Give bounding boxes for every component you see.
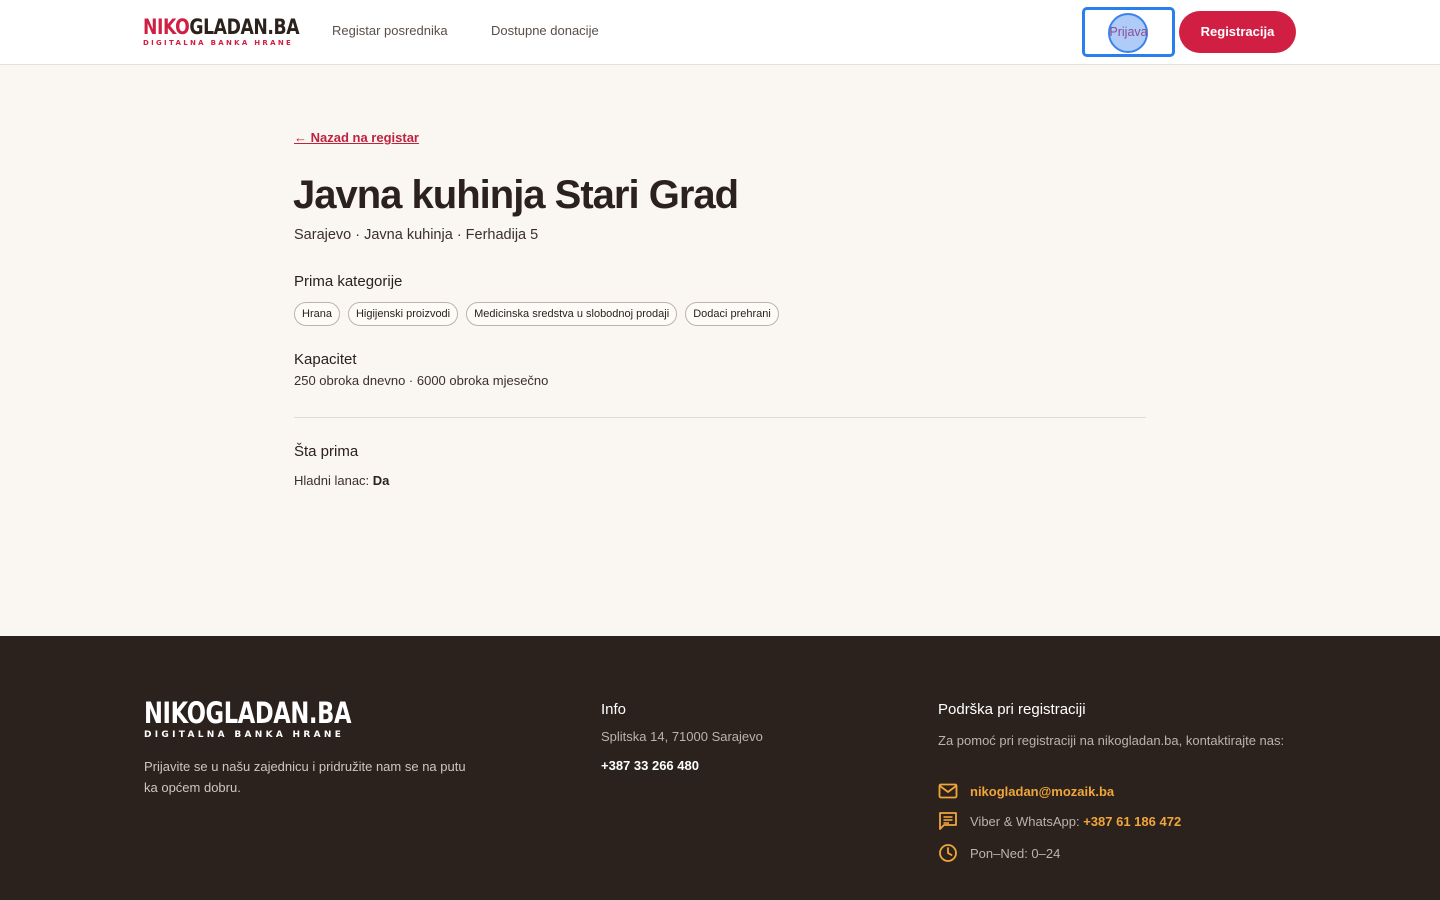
site-footer: NIKOGLADAN.BA DIGITALNA BANKA HRANE Prij… — [0, 636, 1440, 900]
back-to-registry-link[interactable]: ← Nazad na registar — [294, 130, 419, 145]
footer-info-heading: Info — [601, 701, 627, 718]
nav-link-dostupne-donacije[interactable]: Dostupne donacije — [491, 23, 599, 38]
footer-hours: Pon–Ned: 0–24 — [970, 845, 1061, 861]
footer-logo: NIKOGLADAN.BA DIGITALNA BANKA HRANE — [144, 698, 409, 740]
footer-address: Splitska 14, 71000 Sarajevo — [601, 729, 763, 744]
page-subtitle: Sarajevo · Javna kuhinja · Ferhadija 5 — [294, 227, 539, 243]
cold-chain-row: Hladni lanac: Da — [294, 473, 389, 488]
footer-logo-wordmark: NIKOGLADAN.BA — [144, 696, 352, 730]
clock-icon — [938, 843, 958, 863]
messaging-label: Viber & WhatsApp: — [970, 813, 1080, 829]
messaging-phone-link[interactable]: +387 61 186 472 — [1083, 814, 1181, 829]
footer-logo-tagline: DIGITALNA BANKA HRANE — [144, 730, 345, 740]
mail-icon — [938, 781, 958, 801]
capacity-value: 250 obroka dnevno · 6000 obroka mjesečno — [294, 373, 549, 388]
footer-email-row: nikogladan@mozaik.ba — [938, 781, 1114, 801]
category-chip: Higijenski proizvodi — [347, 302, 459, 326]
categories-heading: Prima kategorije — [294, 273, 403, 290]
capacity-heading: Kapacitet — [294, 351, 357, 368]
footer-tagline: Prijavite se u našu zajednicu i pridruži… — [144, 759, 466, 795]
logo-wordmark: NIKOGLADAN.BA — [143, 15, 300, 39]
cold-chain-value: Da — [372, 473, 390, 488]
footer-hours-row: Pon–Ned: 0–24 — [938, 843, 1060, 863]
logo-wordmark-niko: NIKO — [143, 15, 190, 39]
category-chip: Medicinska sredstva u slobodnoj prodaji — [466, 302, 678, 326]
footer-messaging-row: Viber & WhatsApp: +387 61 186 472 — [938, 811, 1181, 831]
section-divider — [294, 417, 1146, 418]
nav-link-registar-posrednika[interactable]: Registar posrednika — [332, 23, 448, 38]
chat-icon — [938, 811, 958, 831]
cold-chain-label: Hladni lanac: — [294, 473, 370, 488]
footer-support-heading: Podrška pri registraciji — [938, 701, 1086, 718]
login-button-label: Prijava — [1109, 25, 1148, 39]
footer-phone-link[interactable]: +387 33 266 480 — [601, 758, 699, 773]
register-button[interactable]: Registracija — [1179, 11, 1296, 53]
category-chips: Hrana Higijenski proizvodi Medicinska sr… — [294, 302, 779, 326]
logo-tagline: DIGITALNA BANKA HRANE — [143, 39, 294, 47]
footer-support-text: Za pomoć pri registraciji na nikogladan.… — [938, 733, 1285, 748]
logo-wordmark-gladan: GLADAN.BA — [189, 15, 300, 39]
footer-email-link[interactable]: nikogladan@mozaik.ba — [970, 784, 1114, 799]
site-header: NIKOGLADAN.BA DIGITALNA BANKA HRANE Regi… — [0, 0, 1440, 65]
site-logo[interactable]: NIKOGLADAN.BA DIGITALNA BANKA HRANE — [143, 15, 300, 48]
login-button[interactable]: Prijava — [1082, 7, 1175, 57]
category-chip: Hrana — [294, 302, 340, 326]
page-title: Javna kuhinja Stari Grad — [293, 173, 739, 217]
accepts-heading: Šta prima — [294, 443, 359, 460]
category-chip: Dodaci prehrani — [685, 302, 779, 326]
